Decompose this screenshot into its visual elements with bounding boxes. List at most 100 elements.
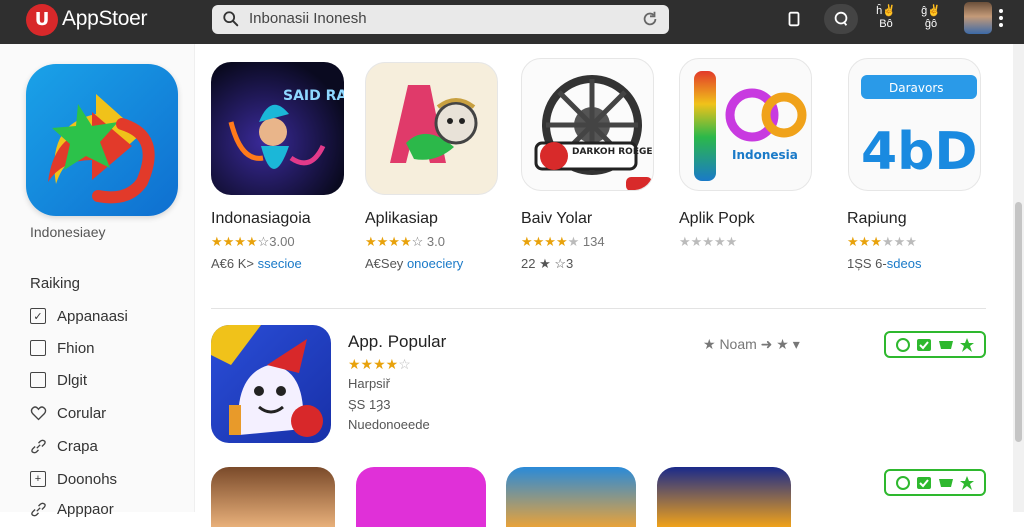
install-button[interactable] [884,469,986,496]
avatar[interactable] [964,2,992,34]
app-card-icon[interactable] [356,467,486,527]
sidebar-item-apppaor[interactable]: Apppaor [30,498,114,520]
sidebar-item-corular[interactable]: Corular [30,402,106,424]
star-logo-icon [48,94,155,204]
card-icon-text: SAID RAUS [283,88,344,104]
app-card-meta: A€Sey onoeciery [365,256,463,271]
android-icon [895,337,910,352]
rating-value: ☆ 3.0 [411,234,445,249]
sidebar-item-label: Fhion [57,339,95,357]
card-icon-text: DARKOH ROEGE [572,147,653,157]
install-button[interactable] [884,331,986,358]
app-card-rating: ★★★★★ [679,234,737,250]
more-menu-icon[interactable] [998,9,1004,29]
app-card-title[interactable]: Indonasiagoia [211,210,311,228]
popular-app-icon[interactable] [211,325,331,443]
app-card-title[interactable]: Rapiung [847,210,907,228]
sidebar-item-label: Dlgit [57,371,88,389]
checkbox-checked-icon[interactable]: ✓ [30,308,46,324]
popular-app-developer: Harpsiř [348,376,390,391]
meta-link[interactable]: onoeciery [407,256,463,271]
rating-stars-empty: ★★★ [881,234,917,249]
rating-stars: ★★★★ [348,356,399,372]
android-icon [895,475,910,490]
popular-app-title[interactable]: App. Popular [348,332,446,352]
checkbox-icon[interactable] [30,372,46,388]
meta-text: 1ȘS 6- [847,256,887,271]
device-button[interactable] [781,4,807,34]
app-card-icon[interactable] [365,62,498,195]
sidebar-item-label: Appanaasi [57,307,128,325]
sidebar-item-dlgit[interactable]: Dlgit [30,369,87,391]
star-icon [960,475,975,490]
app-card-rating: ★★★★★★ [847,234,917,250]
app-logo-icon[interactable]: U [26,4,58,36]
app-card-icon[interactable] [657,467,791,527]
search-bar[interactable]: Inbonasii Inonesh [212,5,669,34]
popular-app-size: ȘS 1Ȝ3 [348,397,391,412]
gift-button[interactable]: ĥ✌ Bô [872,5,900,31]
popular-app-rating: ★★★★☆ [348,356,411,373]
gift-value: Bô [879,18,893,30]
rating-stars: ★★★★ [365,234,412,249]
chat-icon [834,11,848,26]
app-card-icon[interactable]: SAID RAUS [211,62,344,195]
app-title: AppStoer [62,7,148,30]
meta-link[interactable]: ssecioe [258,256,302,271]
check-icon [917,338,932,351]
meta-text: A€Sey [365,256,404,271]
gift-icon-label: ĥ✌ [876,5,896,17]
popular-app-actions[interactable]: ★ Noam ➜ ★ ▾ [703,336,800,353]
rating-stars-empty: ☆ [398,356,411,372]
app-card-title[interactable]: Aplikasiap [365,210,438,228]
rating-stars: ★★★ [847,234,882,249]
app-card-icon[interactable]: Indonesia [679,58,812,191]
search-input[interactable]: Inbonasii Inonesh [249,10,367,27]
rating-stars-empty: ★★★★★ [679,234,738,249]
meta-text: A€6 K> [211,256,255,271]
app-card-title[interactable]: Baiv Yolar [521,210,592,228]
check-icon [917,476,932,489]
sidebar-item-label: Corular [57,404,107,422]
app-card-icon[interactable] [506,467,636,527]
rating-value: ☆3.00 [257,234,295,249]
app-card-rating: ★★★★☆3.00 [211,234,295,250]
meta-link[interactable]: sdeos [887,256,922,271]
app-card-icon[interactable] [211,467,335,527]
plus-box-icon: + [30,471,46,487]
rewards-value: ĝô [924,18,938,30]
rating-stars: ★★★★ [211,234,258,249]
rating-value: 134 [582,234,605,249]
sidebar-item-doonohs[interactable]: + Doonohs [30,468,117,490]
heart-icon [30,405,47,420]
checkbox-icon[interactable] [30,340,46,356]
star-icon [960,337,975,352]
ghost-character-icon [211,325,323,437]
app-card-icon[interactable]: DARKOH ROEGE [521,58,654,191]
link-icon [31,439,46,453]
app-card-icon[interactable]: Daravors 4bD [848,58,981,191]
rating-stars-empty: ★ [567,234,580,249]
scrollbar-thumb[interactable] [1015,202,1022,442]
cart-icon [938,478,953,487]
sidebar-item-fhion[interactable]: Fhion [30,337,95,359]
card-icon-text: Indonesia [732,148,798,162]
featured-app-icon[interactable] [26,64,178,216]
app-card-meta: 22 ★ ☆3 [521,256,573,272]
app-card-title[interactable]: Aplik Popk [679,210,755,228]
app-card-meta: 1ȘS 6-sdeos [847,256,921,271]
sidebar-item-label: Apppaor [57,500,114,518]
4bd-logo-icon: Daravors 4bD [861,75,978,182]
rewards-button[interactable]: ĝ✌ ĝô [917,5,945,31]
sidebar-item-crapa[interactable]: Crapa [30,435,98,457]
scrollbar[interactable] [1013,44,1024,512]
chat-button[interactable] [824,4,858,34]
refresh-icon[interactable] [641,10,659,28]
rewards-icon-label: ĝ✌ [921,5,941,17]
sidebar-item-appanaasi[interactable]: ✓ Appanaasi [30,305,128,327]
card-icon-text: 4bD [861,122,978,182]
meta-text: 22 ★ ☆3 [521,256,574,271]
sidebar-item-label: Crapa [57,437,98,455]
letter-a-icon [390,85,478,163]
character-icon: SAID RAUS [228,88,344,169]
